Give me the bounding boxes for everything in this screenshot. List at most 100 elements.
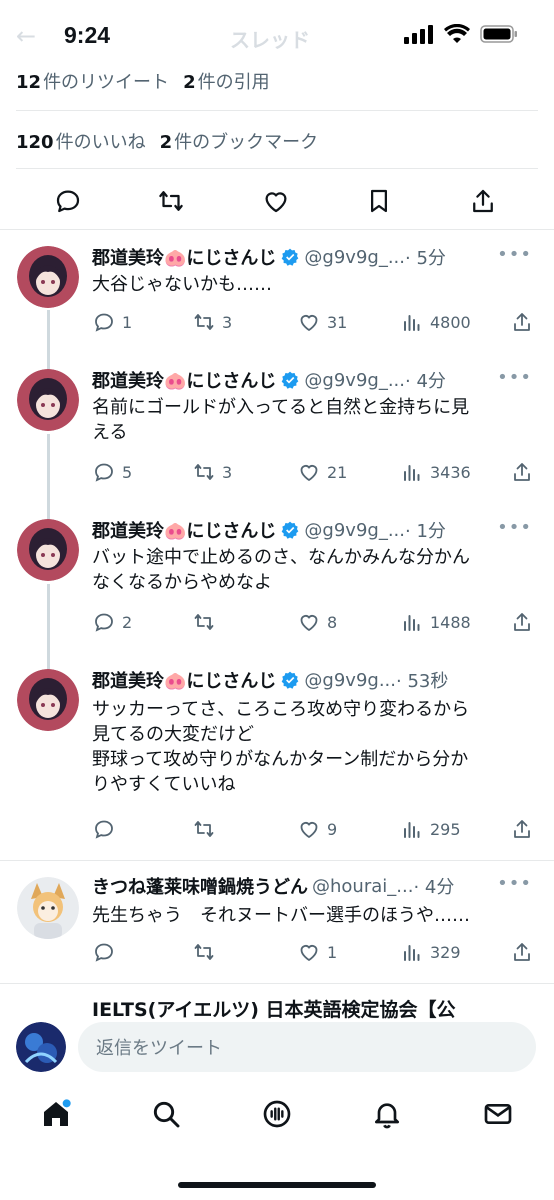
retweet-quote-stats: 12 件のリツイート 2 件の引用 (16, 68, 270, 94)
more-icon[interactable]: ••• (497, 367, 532, 388)
tweet-text: バット途中で止めるのさ、なんかみんな分かん なくなるからやめなよ (92, 547, 470, 593)
avatar[interactable] (17, 519, 79, 581)
retweets-stat[interactable]: 12 件のリツイート (16, 72, 169, 93)
author-handle: @g9v9g... (304, 669, 396, 691)
like-count: 1 (327, 942, 338, 962)
more-icon[interactable]: ••• (497, 517, 532, 538)
next-tweet-author-peek[interactable]: IELTS(アイエルツ) 日本英語検定協会【公 (92, 995, 532, 1019)
tweet-actions: 1 3 31 4800 (92, 310, 538, 336)
retweet-button[interactable]: 3 (192, 310, 232, 334)
tweet-time: · 5分 (405, 248, 446, 269)
tweet-text: 名前にゴールドが入ってると自然と金持ちに見 える (92, 397, 470, 443)
back-arrow-icon[interactable]: ← (16, 22, 36, 50)
avatar[interactable] (17, 369, 79, 431)
more-icon[interactable]: ••• (497, 873, 532, 894)
author-name[interactable]: 郡道美玲🐽にじさんじ (92, 667, 276, 693)
bookmarks-stat[interactable]: 2 件のブックマーク (160, 132, 319, 153)
views-button[interactable]: 329 (400, 940, 461, 964)
main-tweet-actions (0, 176, 554, 226)
share-icon[interactable] (510, 310, 534, 334)
like-button[interactable]: 21 (297, 460, 347, 484)
quotes-stat[interactable]: 2 件の引用 (183, 72, 270, 93)
thread-tweet[interactable]: 郡道美玲🐽にじさんじ @g9v9g_... · 4分 ••• 名前にゴールドが入… (0, 367, 554, 497)
like-icon (300, 315, 318, 332)
like-button[interactable]: 31 (297, 310, 347, 334)
share-icon[interactable] (510, 817, 534, 841)
share-icon[interactable] (510, 940, 534, 964)
like-icon (300, 465, 318, 482)
reply-button[interactable]: 2 (92, 610, 132, 634)
retweet-button[interactable] (192, 940, 222, 964)
views-icon (404, 945, 420, 961)
spaces-icon[interactable] (261, 1098, 293, 1130)
like-button[interactable]: 1 (297, 940, 337, 964)
reply-count: 1 (122, 312, 133, 332)
my-avatar[interactable] (16, 1022, 66, 1072)
author-name[interactable]: 郡道美玲🐽にじさんじ (92, 517, 276, 543)
verified-icon (282, 248, 299, 266)
avatar[interactable] (17, 669, 79, 731)
divider (0, 229, 554, 230)
reply-icon (95, 613, 113, 632)
reply-tweet[interactable]: きつね蓬莱味噌鍋焼うどん @hourai_... · 4分 ••• 先生ちゃう … (0, 873, 554, 973)
status-time: 9:24 (64, 22, 111, 48)
avatar[interactable] (17, 246, 79, 308)
author-name[interactable]: 郡道美玲🐽にじさんじ (92, 244, 276, 270)
views-button[interactable]: 3436 (400, 460, 471, 484)
views-button[interactable]: 295 (400, 817, 461, 841)
tweet-actions: 5 3 21 3436 (92, 460, 538, 486)
likes-stat[interactable]: 120 件のいいね (16, 132, 146, 153)
retweet-icon[interactable] (156, 186, 186, 216)
reply-icon (95, 463, 113, 482)
reply-button[interactable] (92, 940, 122, 964)
retweet-button[interactable]: 3 (192, 460, 232, 484)
reply-icon (95, 943, 113, 962)
retweet-button[interactable] (192, 610, 222, 634)
thread-tweet[interactable]: 郡道美玲🐽にじさんじ @g9v9g... · 53秒 サッカーってさ、ころころ攻… (0, 667, 554, 847)
more-icon[interactable]: ••• (497, 244, 532, 265)
reply-icon (95, 820, 113, 839)
divider (0, 860, 554, 861)
tweet-time: · 53秒 (396, 671, 449, 692)
divider (0, 983, 554, 984)
thread-tweet[interactable]: 郡道美玲🐽にじさんじ @g9v9g_... · 5分 ••• 大谷じゃないかも…… (0, 244, 554, 344)
retweet-icon (194, 314, 214, 330)
share-icon[interactable] (510, 460, 534, 484)
reply-icon[interactable] (53, 186, 83, 216)
search-icon[interactable] (150, 1098, 182, 1130)
views-icon (404, 465, 420, 481)
home-icon[interactable] (40, 1098, 72, 1130)
views-button[interactable]: 1488 (400, 610, 471, 634)
like-icon (300, 615, 318, 632)
like-icon[interactable] (261, 186, 291, 216)
retweet-button[interactable] (192, 817, 222, 841)
tweet-time: · 4分 (413, 877, 455, 898)
status-icons (404, 24, 518, 44)
tweet-text: 大谷じゃないかも…… (92, 274, 272, 295)
share-icon[interactable] (510, 610, 534, 634)
like-icon (300, 822, 318, 839)
views-icon (404, 615, 420, 631)
share-icon[interactable] (468, 186, 498, 216)
author-name[interactable]: きつね蓬莱味噌鍋焼うどん (92, 873, 308, 899)
like-button[interactable]: 8 (297, 610, 337, 634)
page-title: スレッド (230, 28, 310, 52)
reply-button[interactable] (92, 817, 122, 841)
views-button[interactable]: 4800 (400, 310, 471, 334)
reply-input[interactable]: 返信をツイート (78, 1022, 536, 1072)
bookmark-icon[interactable] (364, 186, 394, 216)
reply-button[interactable]: 1 (92, 310, 132, 334)
avatar[interactable] (17, 877, 79, 939)
tweet-header: 郡道美玲🐽にじさんじ @g9v9g_... · 4分 ••• (92, 367, 538, 393)
messages-icon[interactable] (482, 1098, 514, 1130)
like-button[interactable]: 9 (297, 817, 337, 841)
author-name[interactable]: 郡道美玲🐽にじさんじ (92, 367, 276, 393)
tweet-actions: 1 329 (92, 940, 538, 966)
thread-tweet[interactable]: 郡道美玲🐽にじさんじ @g9v9g_... · 1分 ••• バット途中で止める… (0, 517, 554, 647)
reply-button[interactable]: 5 (92, 460, 132, 484)
retweet-icon (194, 464, 214, 480)
notifications-icon[interactable] (371, 1098, 403, 1130)
views-icon (404, 822, 420, 838)
author-handle: @hourai_... (312, 875, 414, 897)
author-handle: @g9v9g_... (304, 246, 405, 268)
